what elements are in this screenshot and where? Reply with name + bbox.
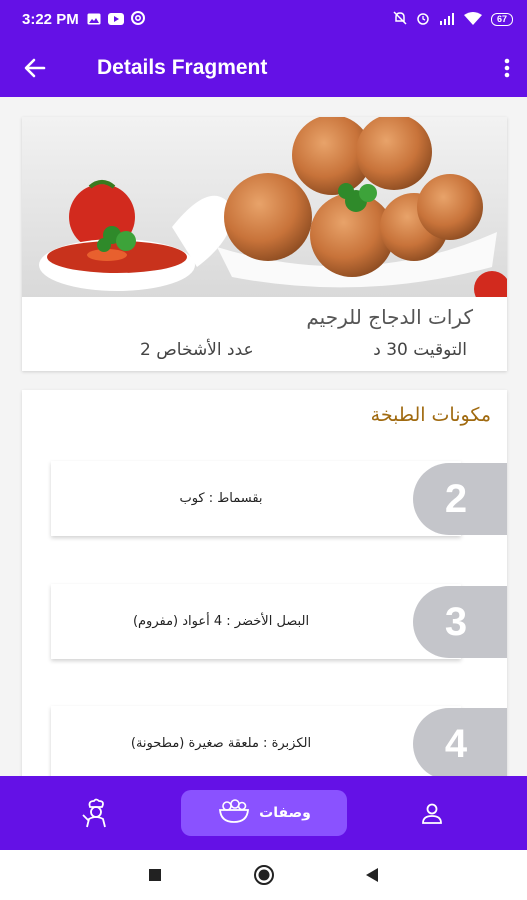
ingredient-number-badge: 3 — [413, 586, 507, 658]
status-icons: 67 — [393, 10, 513, 29]
ingredient-item: البصل الأخضر : 4 أعواد (مفروم) 3 — [51, 584, 507, 659]
ingredient-number-badge: 4 — [413, 708, 507, 780]
signal-icon — [439, 10, 455, 29]
ingredient-box: الكزبرة : ملعقة صغيرة (مطحونة) — [51, 706, 461, 781]
ingredients-heading: مكونات الطبخة — [370, 404, 491, 426]
app-bar: Details Fragment — [0, 38, 527, 97]
at-icon — [130, 10, 145, 29]
alarm-icon — [416, 10, 430, 29]
page-title: Details Fragment — [97, 55, 268, 79]
bottom-navigation: وصفات — [0, 776, 527, 850]
ingredient-text: الكزبرة : ملعقة صغيرة (مطحونة) — [130, 736, 312, 751]
recipe-name: كرات الدجاج للرجيم — [306, 305, 473, 329]
gallery-icon — [87, 10, 101, 29]
person-icon[interactable] — [412, 793, 452, 833]
ingredient-box: بقسماط : كوب — [51, 461, 461, 536]
system-navigation-bar — [0, 850, 527, 900]
youtube-icon — [107, 10, 124, 29]
recipe-card: كرات الدجاج للرجيم التوقيت 30 د عدد الأش… — [22, 117, 507, 371]
nav-item-recipes[interactable]: وصفات — [181, 790, 347, 836]
chef-icon[interactable] — [76, 793, 116, 833]
mute-icon — [393, 10, 407, 29]
arrow-left-icon[interactable] — [0, 38, 70, 97]
recipe-people-count: عدد الأشخاص 2 — [140, 340, 254, 360]
battery-icon: 67 — [490, 12, 513, 26]
status-time: 3:22 PM — [22, 10, 79, 28]
recipe-image — [22, 117, 507, 297]
ingredient-number-badge: 2 — [413, 463, 507, 535]
ingredient-box: البصل الأخضر : 4 أعواد (مفروم) — [51, 584, 461, 659]
wifi-icon — [463, 10, 482, 29]
triangle-back-icon[interactable] — [360, 863, 384, 887]
salad-bowl-icon — [217, 798, 251, 828]
recipe-time: التوقيت 30 د — [373, 340, 467, 360]
more-vert-icon[interactable] — [487, 38, 527, 97]
ingredient-item: الكزبرة : ملعقة صغيرة (مطحونة) 4 — [51, 706, 507, 781]
ingredient-text: بقسماط : كوب — [179, 491, 263, 506]
ingredients-card: مكونات الطبخة بقسماط : كوب 2 البصل الأخض… — [22, 390, 507, 790]
circle-icon[interactable] — [252, 863, 276, 887]
nav-recipes-label: وصفات — [259, 805, 311, 821]
square-icon[interactable] — [143, 863, 167, 887]
ingredient-text: البصل الأخضر : 4 أعواد (مفروم) — [132, 614, 310, 629]
status-bar: 3:22 PM 67 — [0, 0, 527, 38]
ingredient-item: بقسماط : كوب 2 — [51, 461, 507, 536]
